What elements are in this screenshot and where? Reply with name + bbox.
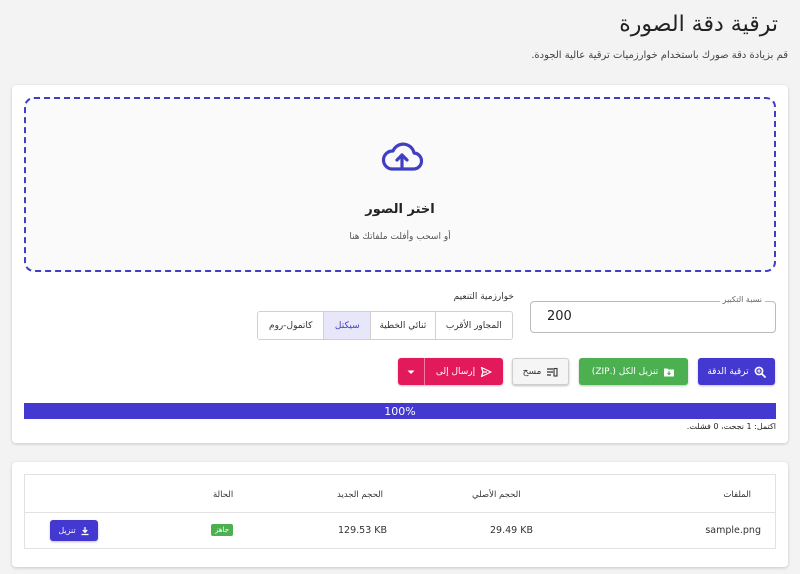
progress-bar: 100%	[24, 403, 776, 419]
send-to-label: إرسال إلى	[435, 366, 476, 377]
send-to-button[interactable]: إرسال إلى	[425, 358, 503, 385]
cloud-upload-icon	[381, 142, 424, 171]
upscale-panel: اختر الصور أو اسحب وأفلت ملفاتك هنا نسبة…	[12, 85, 788, 443]
status-badge: جاهز	[211, 524, 234, 536]
algorithm-label: خوارزمية التنعيم	[453, 292, 514, 302]
results-panel: الملفات الحجم الأصلي الحجم الجديد الحالة…	[12, 462, 788, 567]
original-size: 29.49 KB	[490, 525, 533, 536]
new-size: 129.53 KB	[338, 525, 388, 536]
column-header-status: الحالة	[213, 490, 234, 500]
algorithm-toggle-group: المجاور الأقرب ثنائي الخطية سيكتل كاتمول…	[257, 311, 513, 340]
results-table: الملفات الحجم الأصلي الحجم الجديد الحالة…	[24, 474, 776, 549]
algorithm-option-catmull-rom[interactable]: كاتمول-روم	[258, 312, 324, 339]
caret-down-icon	[407, 370, 415, 374]
column-header-files: الملفات	[723, 490, 751, 500]
algorithm-option-bicubic[interactable]: سيكتل	[323, 312, 371, 339]
clear-all-icon	[547, 367, 558, 377]
progress-label: 100%	[384, 404, 416, 418]
clear-button-label: مسح	[522, 366, 542, 377]
algorithm-option-nearest[interactable]: المجاور الأقرب	[434, 312, 512, 339]
page-title: ترقية دقة الصورة	[619, 12, 778, 37]
column-header-original-size: الحجم الأصلي	[472, 490, 521, 500]
algorithm-option-bilinear[interactable]: ثنائي الخطية	[370, 312, 435, 339]
clear-button[interactable]: مسح	[512, 358, 569, 385]
column-header-new-size: الحجم الجديد	[337, 490, 384, 500]
scale-input-value[interactable]: 200	[547, 309, 572, 324]
scale-input[interactable]: نسبة التكبير 200	[530, 295, 776, 333]
download-all-label: تنزيل الكل (.ZIP)	[591, 366, 659, 377]
zoom-in-icon	[754, 366, 766, 378]
progress-status: اكتمل: 1 نجحت، 0 فشلت.	[686, 422, 776, 431]
folder-download-icon	[664, 368, 675, 376]
download-all-zip-button[interactable]: تنزيل الكل (.ZIP)	[579, 358, 688, 385]
dropzone-hint: أو اسحب وأفلت ملفاتك هنا	[349, 232, 451, 242]
upscale-button-label: ترقية الدقة	[707, 366, 749, 377]
send-to-split-button: إرسال إلى	[398, 358, 503, 385]
scale-input-label: نسبة التكبير	[719, 295, 765, 304]
download-icon	[81, 526, 89, 535]
dropzone-title: اختر الصور	[365, 202, 435, 217]
file-name: sample.png	[705, 525, 761, 536]
header-divider	[25, 512, 775, 513]
page-subtitle: قم بزيادة دقة صورك باستخدام خوارزميات تر…	[531, 50, 788, 61]
send-icon	[481, 366, 492, 377]
upscale-button[interactable]: ترقية الدقة	[698, 358, 775, 385]
file-dropzone[interactable]: اختر الصور أو اسحب وأفلت ملفاتك هنا	[24, 97, 776, 272]
download-file-label: تنزيل	[58, 526, 76, 535]
send-to-dropdown-toggle[interactable]	[398, 358, 425, 385]
download-file-button[interactable]: تنزيل	[50, 520, 98, 541]
